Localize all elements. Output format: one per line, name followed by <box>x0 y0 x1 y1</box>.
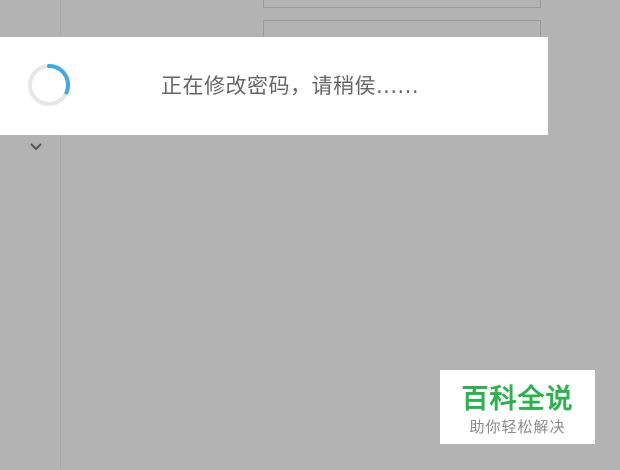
watermark-brand: 百科全说 <box>461 384 574 415</box>
loading-message: 正在修改密码，请稍侯...... <box>160 74 420 98</box>
watermark-slogan: 助你轻松解决 <box>469 418 566 436</box>
password-field-old <box>263 0 541 8</box>
chevron-down-icon <box>30 143 42 151</box>
loading-toast: 正在修改密码，请稍侯...... <box>0 37 548 135</box>
spinner-icon <box>28 63 71 106</box>
watermark-logo: 百科全说 助你轻松解决 <box>440 370 595 444</box>
